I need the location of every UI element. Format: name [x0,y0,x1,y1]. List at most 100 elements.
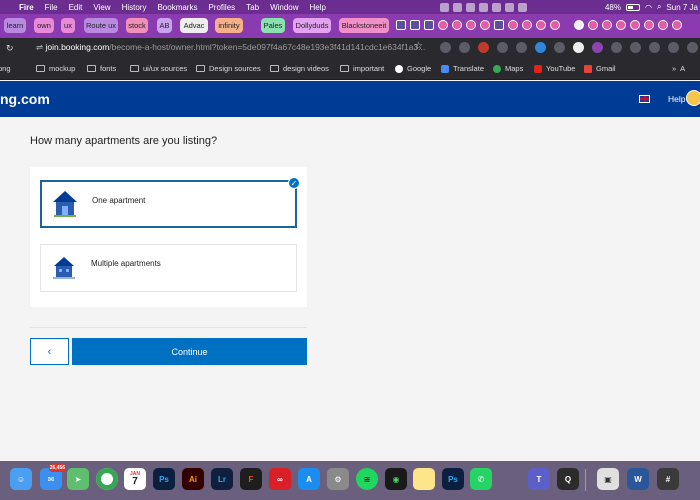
whatsapp-icon[interactable]: ✆ [470,468,492,490]
teams-icon[interactable]: T [528,468,550,490]
bookmark-translate[interactable]: Translate [441,64,484,73]
bookmark-mockup[interactable]: mockup [36,64,75,73]
photoshop-icon[interactable]: Ps [153,468,175,490]
avatar[interactable] [686,90,700,106]
bookmark-gmail[interactable]: Gmail [584,64,616,73]
extension-icon[interactable] [649,42,660,53]
spotify-icon[interactable]: ≋ [356,468,378,490]
extension-icon[interactable] [573,42,584,53]
tab-favicon[interactable] [494,20,504,30]
menu-edit[interactable]: Edit [69,3,83,12]
menu-bookmarks[interactable]: Bookmarks [157,3,197,12]
activity-monitor-icon[interactable]: ◉ [385,468,407,490]
bookmark-design-videos[interactable]: design videos [270,64,329,73]
tab-favicon[interactable] [616,20,626,30]
maps-icon[interactable]: ➤ [67,468,89,490]
bookmark-fonts[interactable]: fonts [87,64,116,73]
calculator-icon[interactable]: # [657,468,679,490]
status-icon[interactable] [479,2,488,12]
bookmark-design-sources[interactable]: Design sources [196,64,261,73]
tab-favicon[interactable] [522,20,532,30]
photoshop-icon[interactable]: Ps [442,468,464,490]
tab-learn[interactable]: learn [4,18,26,33]
word-icon[interactable]: W [627,468,649,490]
wifi-icon[interactable]: ◠ [645,3,652,12]
tab-ab[interactable]: AB [157,18,172,33]
illustrator-icon[interactable]: Ai [182,468,204,490]
extension-icon[interactable] [535,42,546,53]
bookmark-youtube[interactable]: YouTube [534,64,575,73]
tab-route-ux[interactable]: Route ux [84,18,118,33]
bookmark-more[interactable]: » A [672,64,685,73]
search-icon[interactable]: ⌕ [657,2,661,12]
tab-advac[interactable]: Advac [180,18,208,33]
tab-favicon[interactable] [438,20,448,30]
tab-ux[interactable]: ux [61,18,75,33]
tab-infinity[interactable]: infinity [215,18,243,33]
uk-flag-icon[interactable] [639,95,650,103]
finder-icon[interactable]: ☺ [10,468,32,490]
status-icon[interactable] [453,2,462,12]
quicktime-icon[interactable]: Q [557,468,579,490]
creative-cloud-icon[interactable]: ∞ [269,468,291,490]
tab-favicon[interactable] [480,20,490,30]
back-button[interactable]: ‹ [30,338,69,365]
tab-favicon[interactable] [574,20,584,30]
tab-blackstoneeit[interactable]: Blackstoneeit [339,18,389,33]
bookmark-ui-ux-sources[interactable]: ui/ux sources [130,64,187,73]
menu-file[interactable]: File [45,3,58,12]
menu-window[interactable]: Window [270,3,298,12]
tab-stock[interactable]: stock [126,18,148,33]
url-field[interactable]: ⇌ join.booking.com/become-a-host/owner.h… [36,42,425,53]
extension-icon[interactable] [459,42,470,53]
tab-dollyduds[interactable]: Dollyduds [293,18,331,33]
extension-icon[interactable] [592,42,603,53]
calendar-icon[interactable]: JAN 7 [124,468,146,490]
tab-favicon[interactable] [658,20,668,30]
extension-icon[interactable] [478,42,489,53]
tab-favicon[interactable] [588,20,598,30]
tab-favicon[interactable] [630,20,640,30]
reload-icon[interactable]: ↻ [6,43,14,54]
tab-favicon[interactable] [452,20,462,30]
status-icon[interactable] [492,2,501,12]
menu-profiles[interactable]: Profiles [208,3,235,12]
status-icon[interactable] [518,2,527,12]
extension-icon[interactable] [516,42,527,53]
option-multiple-apartments[interactable]: Multiple apartments [40,244,297,292]
tab-own[interactable]: own [34,18,54,33]
status-icon[interactable] [505,2,514,12]
help-link[interactable]: Help [668,94,685,104]
tab-favicon[interactable] [536,20,546,30]
bookmark-star-icon[interactable]: ☆ [414,41,423,52]
booking-logo[interactable]: ng.com [0,91,50,107]
app-store-icon[interactable]: A [298,468,320,490]
system-settings-icon[interactable]: ⚙ [327,468,349,490]
tab-favicon[interactable] [410,20,420,30]
menu-view[interactable]: View [93,3,110,12]
status-icon[interactable] [440,2,449,12]
bookmark-important[interactable]: important [340,64,384,73]
battery-icon[interactable] [625,3,640,11]
tab-favicon[interactable] [672,20,682,30]
bookmark-png[interactable]: png [0,64,11,73]
extension-icon[interactable] [668,42,679,53]
menu-help[interactable]: Help [310,3,326,12]
extension-icon[interactable] [630,42,641,53]
bookmark-maps[interactable]: Maps [493,64,523,73]
chrome-icon[interactable] [96,468,118,490]
extension-icon[interactable] [554,42,565,53]
tab-favicon[interactable] [644,20,654,30]
tab-favicon[interactable] [508,20,518,30]
clock[interactable]: Sun 7 Ja [666,3,698,12]
extension-icon[interactable] [440,42,451,53]
bookmark-google[interactable]: Google [395,64,431,73]
tab-favicon[interactable] [550,20,560,30]
menu-history[interactable]: History [122,3,147,12]
extension-icon[interactable] [497,42,508,53]
tab-favicon[interactable] [424,20,434,30]
notes-icon[interactable] [413,468,435,490]
tab-favicon[interactable] [602,20,612,30]
option-one-apartment[interactable]: One apartment ✓ [40,177,300,228]
menu-app-name[interactable]: Fire [19,3,34,12]
